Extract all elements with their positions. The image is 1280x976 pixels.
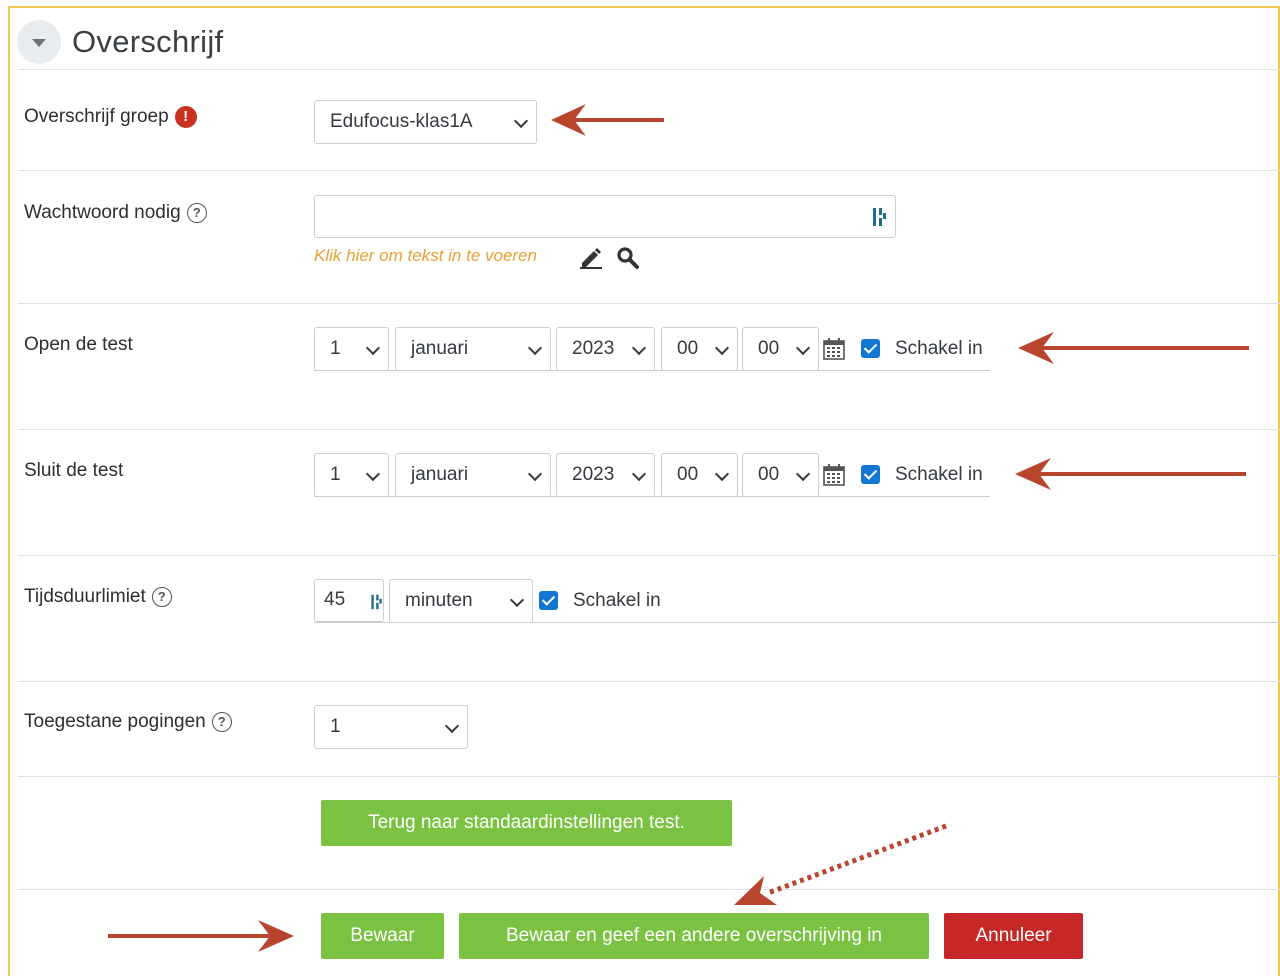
- click-to-enter-text-link[interactable]: Klik hier om tekst in te voeren: [314, 245, 537, 267]
- close-enable-checkbox[interactable]: [861, 465, 880, 484]
- open-enable-label: Schakel in: [895, 338, 983, 359]
- timelimit-value: 45: [324, 589, 346, 610]
- calendar-icon[interactable]: [823, 464, 845, 486]
- password-manager-icon[interactable]: [873, 208, 887, 226]
- divider: [18, 170, 1280, 171]
- timelimit-enable-label: Schakel in: [573, 590, 661, 611]
- close-year-value: 2023: [572, 464, 615, 485]
- close-month-select[interactable]: januari: [395, 453, 551, 497]
- open-year-value: 2023: [572, 338, 615, 359]
- password-input[interactable]: [314, 195, 896, 238]
- close-hour-select[interactable]: 00: [661, 453, 738, 497]
- timelimit-enable-checkbox[interactable]: [539, 591, 558, 610]
- open-enable-checkbox[interactable]: [861, 339, 880, 358]
- group-label-text: Overschrijf groep: [24, 106, 169, 127]
- group-label: Overschrijf groep !: [24, 104, 197, 130]
- chevron-down-icon: [444, 718, 460, 734]
- help-icon[interactable]: ?: [151, 587, 172, 607]
- chevron-down-icon: [365, 466, 381, 482]
- save-button[interactable]: Bewaar: [321, 913, 444, 959]
- reset-defaults-button[interactable]: Terug naar standaardinstellingen test.: [321, 800, 732, 846]
- row-underline: [314, 496, 990, 497]
- chevron-down-icon: [513, 113, 529, 129]
- password-manager-icon[interactable]: [371, 594, 382, 610]
- open-minute-value: 00: [758, 338, 780, 359]
- divider: [18, 776, 1280, 777]
- divider: [18, 555, 1280, 556]
- close-minute-value: 00: [758, 464, 780, 485]
- chevron-down-icon: [509, 592, 525, 608]
- chevron-down-icon: [714, 340, 730, 356]
- attempts-value: 1: [330, 716, 341, 737]
- password-label-text: Wachtwoord nodig: [24, 202, 181, 223]
- group-select[interactable]: Edufocus-klas1A: [314, 100, 537, 144]
- search-icon[interactable]: [616, 246, 640, 270]
- divider: [18, 889, 1280, 890]
- save-and-add-another-button[interactable]: Bewaar en geef een andere overschrijving…: [459, 913, 929, 959]
- divider: [18, 69, 1280, 70]
- group-select-value: Edufocus-klas1A: [330, 111, 473, 132]
- open-hour-value: 00: [677, 338, 699, 359]
- cancel-button[interactable]: Annuleer: [944, 913, 1083, 959]
- help-icon[interactable]: ?: [211, 712, 232, 732]
- help-icon[interactable]: ?: [186, 203, 207, 223]
- password-label: Wachtwoord nodig ?: [24, 200, 207, 226]
- edit-pencil-icon[interactable]: [578, 243, 604, 269]
- close-month-value: januari: [411, 464, 469, 485]
- open-minute-select[interactable]: 00: [742, 327, 819, 371]
- close-day-value: 1: [330, 464, 341, 485]
- chevron-down-icon: [527, 340, 543, 356]
- chevron-down-icon: [527, 466, 543, 482]
- timelimit-label-text: Tijdsduurlimiet: [24, 586, 146, 607]
- chevron-down-icon: [631, 340, 647, 356]
- divider: [18, 429, 1280, 430]
- chevron-down-icon: [714, 466, 730, 482]
- close-enable-label: Schakel in: [895, 464, 983, 485]
- attempts-select[interactable]: 1: [314, 705, 468, 749]
- divider: [18, 303, 1280, 304]
- required-icon: !: [174, 106, 197, 128]
- open-day-value: 1: [330, 338, 341, 359]
- chevron-down-icon: [795, 466, 811, 482]
- timelimit-input[interactable]: 45: [314, 579, 384, 622]
- open-label: Open de test: [24, 332, 133, 358]
- close-year-select[interactable]: 2023: [556, 453, 655, 497]
- timelimit-unit-select[interactable]: minuten: [389, 579, 533, 623]
- section-title: Overschrijf: [72, 24, 224, 59]
- open-year-select[interactable]: 2023: [556, 327, 655, 371]
- chevron-down-icon: [365, 340, 381, 356]
- open-hour-select[interactable]: 00: [661, 327, 738, 371]
- attempts-label: Toegestane pogingen ?: [24, 709, 232, 735]
- caret-down-icon: [32, 39, 46, 47]
- attempts-label-text: Toegestane pogingen: [24, 711, 206, 732]
- collapse-toggle-button[interactable]: [17, 20, 61, 64]
- timelimit-label: Tijdsduurlimiet ?: [24, 584, 172, 610]
- calendar-icon[interactable]: [823, 338, 845, 360]
- open-month-select[interactable]: januari: [395, 327, 551, 371]
- open-label-text: Open de test: [24, 334, 133, 355]
- open-day-select[interactable]: 1: [314, 327, 389, 371]
- row-underline: [314, 622, 1280, 623]
- row-underline: [314, 370, 990, 371]
- close-minute-select[interactable]: 00: [742, 453, 819, 497]
- open-month-value: januari: [411, 338, 469, 359]
- timelimit-unit-value: minuten: [405, 590, 473, 611]
- chevron-down-icon: [795, 340, 811, 356]
- close-label-text: Sluit de test: [24, 460, 124, 481]
- chevron-down-icon: [631, 466, 647, 482]
- close-day-select[interactable]: 1: [314, 453, 389, 497]
- close-hour-value: 00: [677, 464, 699, 485]
- close-label: Sluit de test: [24, 458, 123, 484]
- divider: [18, 681, 1280, 682]
